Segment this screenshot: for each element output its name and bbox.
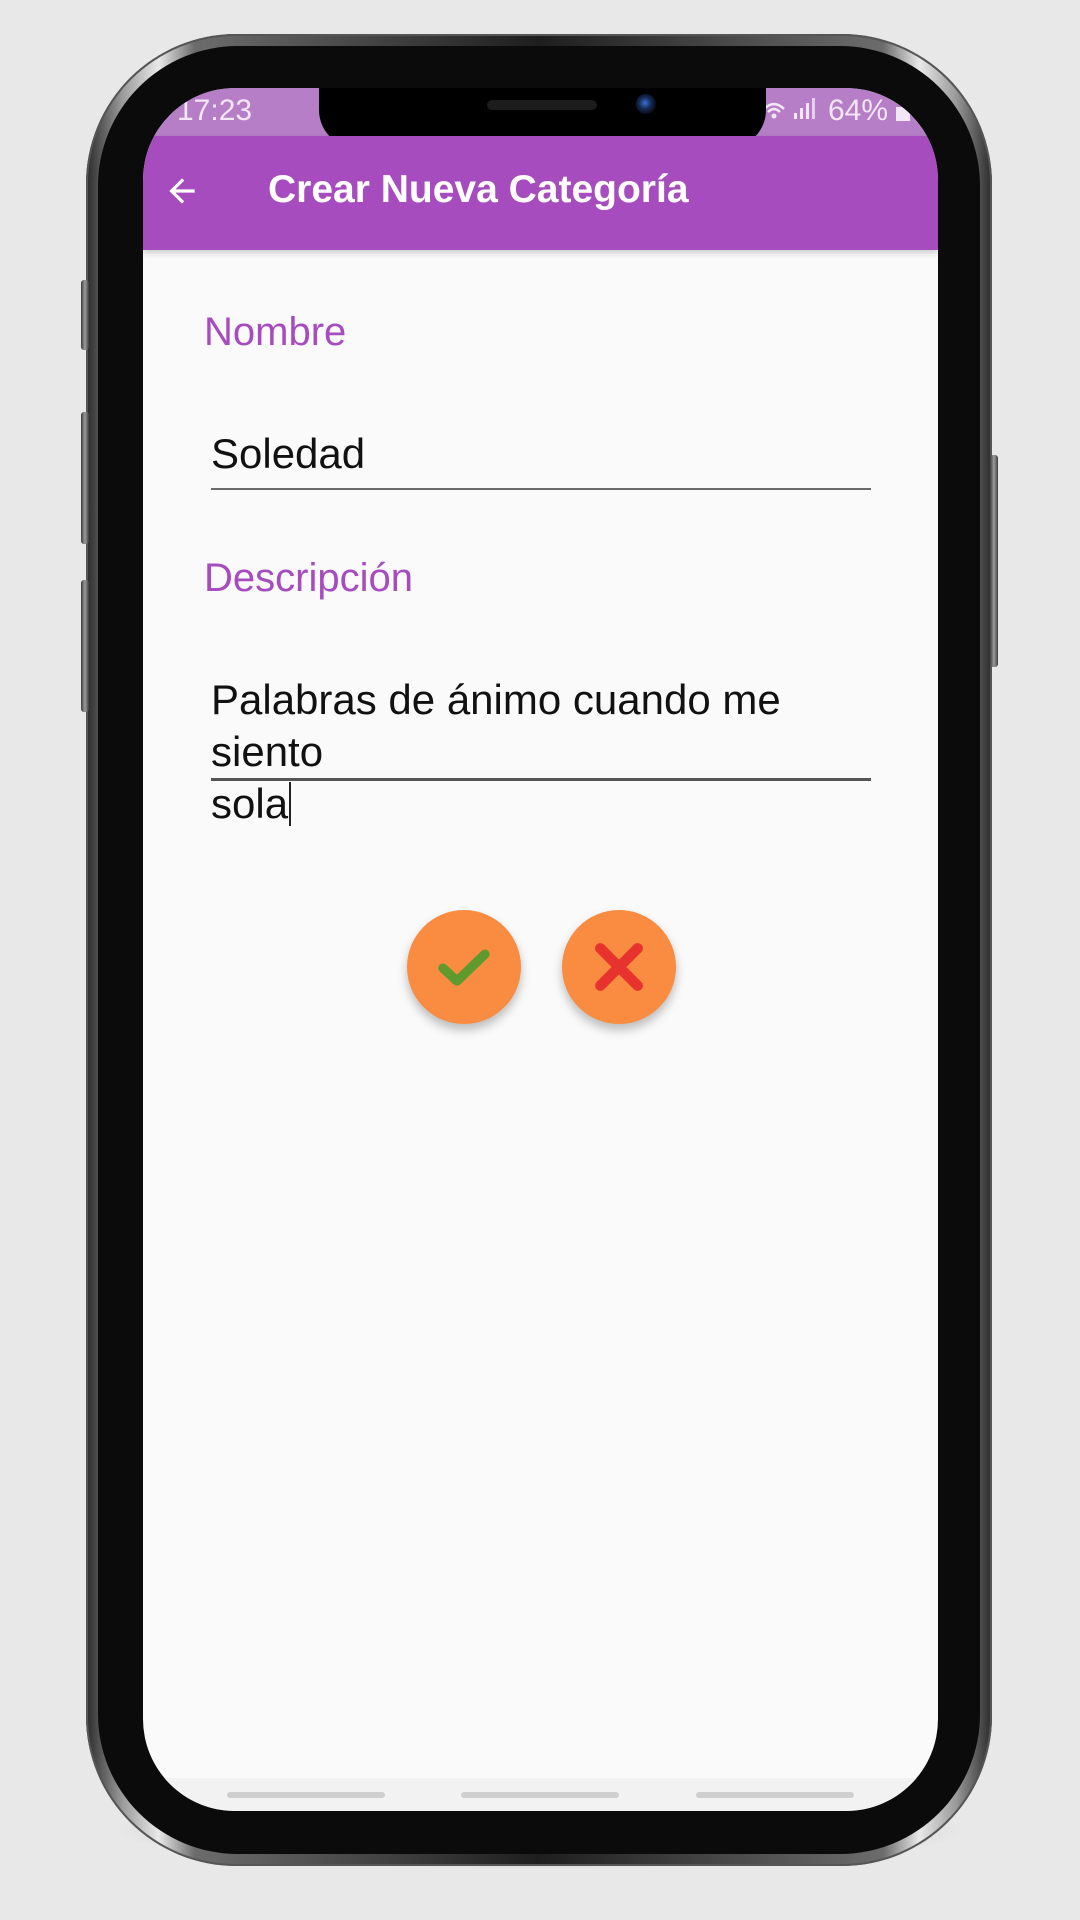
nav-hint-center[interactable] [461, 1792, 619, 1798]
nav-hint-left[interactable] [227, 1792, 385, 1798]
description-line-2-wrap: sola [211, 778, 871, 830]
confirm-button[interactable] [407, 910, 521, 1024]
close-icon [595, 943, 643, 991]
description-line-1: Palabras de ánimo cuando me siento [211, 676, 781, 775]
page-title: Crear Nueva Categoría [268, 168, 689, 211]
volume-up-button [81, 412, 89, 544]
app-bar: Crear Nueva Categoría [143, 136, 938, 250]
nav-hint-right[interactable] [696, 1792, 854, 1798]
name-field[interactable]: Soledad [211, 428, 871, 490]
description-field[interactable]: Palabras de ánimo cuando me siento sola [211, 674, 871, 827]
name-field-value: Soledad [211, 430, 366, 477]
text-caret [289, 782, 292, 826]
phone-screen: 17:23 64% Crear Nueva Categoría Nombre S… [143, 88, 938, 1811]
mute-switch [81, 280, 89, 350]
status-time: 17:23 [177, 94, 253, 127]
description-label: Descripción [204, 556, 413, 600]
power-button [990, 455, 998, 667]
volume-down-button [81, 580, 89, 712]
description-line-2: sola [211, 780, 289, 827]
check-icon [438, 949, 490, 986]
signal-icon [760, 95, 820, 128]
battery-percent: 64% [827, 94, 888, 127]
status-right: 64% [760, 94, 910, 128]
battery-icon [896, 107, 910, 121]
cancel-button[interactable] [562, 910, 676, 1024]
speaker-grille [487, 100, 597, 110]
back-button[interactable] [157, 166, 207, 216]
name-label: Nombre [204, 310, 347, 354]
front-camera [636, 94, 656, 114]
arrow-back-icon [169, 178, 195, 204]
